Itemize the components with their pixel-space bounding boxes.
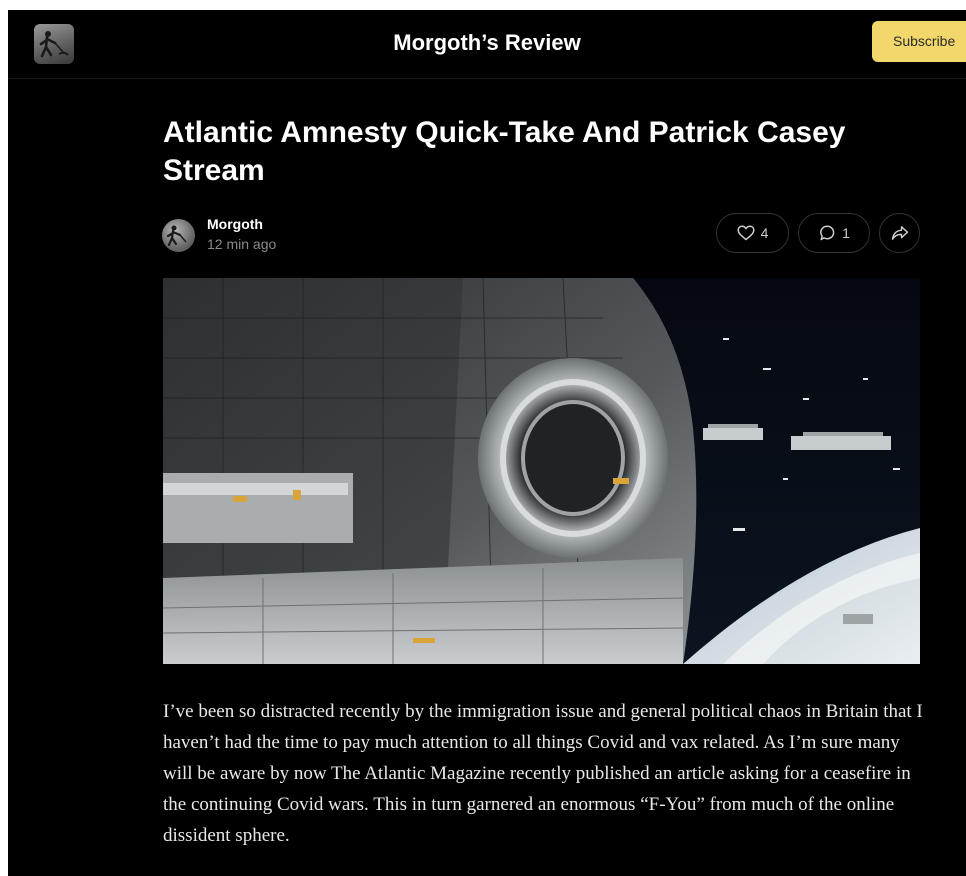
like-count: 4 xyxy=(760,225,769,241)
share-button[interactable] xyxy=(879,213,920,253)
author-name[interactable]: Morgoth xyxy=(207,216,263,232)
avatar-figure-icon xyxy=(166,225,187,247)
publication-name[interactable]: Morgoth’s Review xyxy=(8,30,966,56)
comment-bubble-icon xyxy=(820,225,835,241)
post-timestamp: 12 min ago xyxy=(207,236,277,252)
subscribe-button[interactable]: Subscribe xyxy=(872,21,966,62)
comment-button[interactable]: 1 xyxy=(798,213,870,253)
author-avatar[interactable] xyxy=(162,219,195,252)
heart-icon xyxy=(737,225,755,241)
post-title: Atlantic Amnesty Quick-Take And Patrick … xyxy=(163,116,846,187)
comment-count: 1 xyxy=(842,225,850,241)
post-hero-image xyxy=(163,278,920,664)
share-arrow-icon xyxy=(891,226,908,240)
like-button[interactable]: 4 xyxy=(716,213,789,253)
article-body-paragraph: I’ve been so distracted recently by the … xyxy=(163,701,923,846)
page-frame: Morgoth’s Review Subscribe Atlantic Amne… xyxy=(8,10,966,876)
top-navigation-bar: Morgoth’s Review Subscribe xyxy=(8,10,966,79)
space-station-illustration xyxy=(163,278,920,664)
